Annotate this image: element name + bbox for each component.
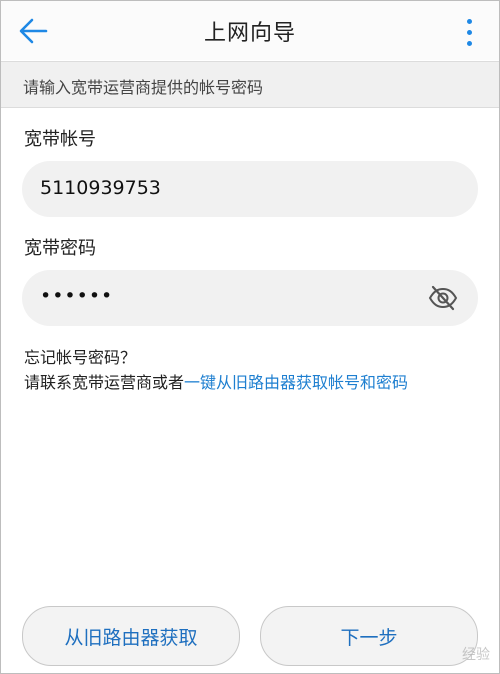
password-input[interactable]: •••••• [22, 270, 478, 326]
fetch-from-old-router-button[interactable]: 从旧路由器获取 [22, 606, 240, 666]
instruction-banner: 请输入宽带运营商提供的帐号密码 [1, 61, 499, 108]
toggle-password-visibility-button[interactable] [428, 284, 458, 312]
contact-help-text: 请联系宽带运营商或者一键从旧路由器获取帐号和密码 [24, 369, 408, 393]
contact-help-prefix: 请联系宽带运营商或者 [24, 373, 185, 392]
account-input[interactable]: 5110939753 [22, 161, 478, 217]
forgot-credentials-text: 忘记帐号密码？ [24, 348, 137, 367]
page-title: 上网向导 [203, 21, 296, 46]
more-vertical-icon [466, 18, 472, 24]
watermark: 经验 [462, 647, 490, 663]
account-value: 5110939753 [40, 177, 161, 199]
account-label: 宽带帐号 [24, 129, 96, 150]
password-value: •••••• [40, 285, 114, 307]
next-step-button[interactable]: 下一步 [260, 606, 478, 666]
app-header: 上网向导 [1, 1, 499, 60]
more-options-button[interactable] [459, 14, 479, 50]
eye-off-icon [428, 285, 458, 311]
fetch-from-old-router-link[interactable]: 一键从旧路由器获取帐号和密码 [184, 373, 408, 392]
password-label: 宽带密码 [24, 238, 96, 259]
instruction-text: 请输入宽带运营商提供的帐号密码 [23, 78, 264, 97]
